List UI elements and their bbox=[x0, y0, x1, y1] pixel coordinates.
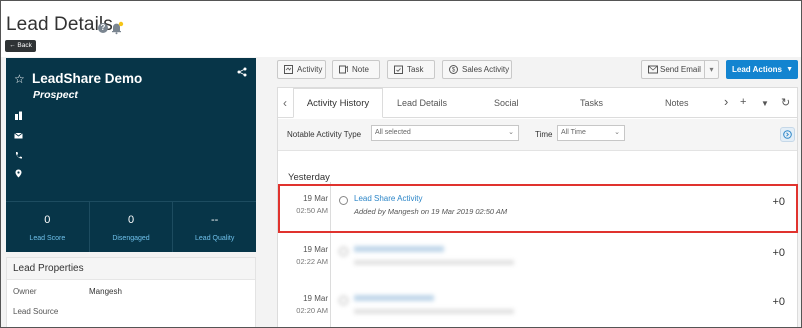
activity-score: +0 bbox=[772, 196, 785, 208]
lead-stage: Prospect bbox=[33, 89, 78, 101]
time-select[interactable]: All Time ⌄ bbox=[557, 125, 625, 141]
lead-actions-button[interactable]: Lead Actions ▼ bbox=[726, 60, 798, 79]
blurred-subtitle bbox=[354, 309, 514, 314]
property-label: Lead Source bbox=[13, 307, 59, 316]
lead-properties-panel: Lead Properties Owner Mangesh Lead Sourc… bbox=[6, 257, 256, 327]
share-activity-icon bbox=[339, 196, 348, 205]
app-window: Lead Details ? ← Back ☆ LeadShare Demo P… bbox=[0, 0, 802, 328]
notification-bell-icon[interactable] bbox=[110, 21, 124, 35]
tab-bar: ‹ Activity History Lead Details Social T… bbox=[278, 88, 797, 118]
activity-type-label: Notable Activity Type bbox=[287, 130, 362, 139]
apply-filter-button[interactable] bbox=[780, 127, 795, 142]
time-label: Time bbox=[535, 130, 553, 139]
phone-icon bbox=[15, 152, 22, 159]
blurred-title bbox=[354, 295, 434, 301]
email-icon bbox=[14, 132, 23, 139]
tab-notes[interactable]: Notes bbox=[665, 98, 689, 108]
refresh-icon[interactable]: ↻ bbox=[781, 96, 790, 109]
lead-name: LeadShare Demo bbox=[32, 71, 143, 86]
activity-date: 19 Mar bbox=[303, 194, 328, 203]
activity-item[interactable]: 19 Mar 02:22 AM +0 bbox=[278, 238, 797, 284]
blurred-subtitle bbox=[354, 260, 514, 265]
metric-lead-score: 0 Lead Score bbox=[6, 202, 90, 252]
star-icon[interactable]: ☆ bbox=[14, 72, 25, 86]
metric-disengaged: 0 Disengaged bbox=[90, 202, 174, 252]
note-icon bbox=[339, 65, 348, 74]
filter-bar: Notable Activity Type All selected ⌄ Time… bbox=[278, 119, 797, 151]
activity-type-select[interactable]: All selected ⌄ bbox=[371, 125, 519, 141]
activity-icon bbox=[284, 65, 293, 74]
property-row-lead-source: Lead Source bbox=[7, 300, 255, 320]
metric-value: 0 bbox=[44, 214, 51, 226]
activity-title-link[interactable]: Lead Share Activity bbox=[354, 194, 422, 203]
send-email-button[interactable]: Send Email ▾ bbox=[641, 60, 719, 79]
back-button[interactable]: ← Back bbox=[5, 40, 36, 52]
activity-subtitle: Added by Mangesh on 19 Mar 2019 02:50 AM bbox=[354, 207, 508, 216]
chevron-down-icon: ⌄ bbox=[508, 129, 514, 136]
activity-panel: ‹ Activity History Lead Details Social T… bbox=[277, 87, 798, 327]
metric-lead-quality: -- Lead Quality bbox=[173, 202, 256, 252]
metric-label[interactable]: Lead Quality bbox=[173, 235, 256, 242]
property-row-owner: Owner Mangesh bbox=[7, 280, 255, 300]
add-task-button[interactable]: Task bbox=[387, 60, 435, 79]
location-icon bbox=[15, 169, 22, 178]
lead-properties-title: Lead Properties bbox=[7, 258, 255, 280]
tab-tasks[interactable]: Tasks bbox=[580, 98, 603, 108]
lead-metrics: 0 Lead Score 0 Disengaged -- Lead Qualit… bbox=[6, 201, 256, 252]
tab-activity-history[interactable]: Activity History bbox=[293, 88, 383, 118]
activity-time: 02:22 AM bbox=[296, 257, 328, 266]
activity-score: +0 bbox=[772, 296, 785, 308]
activity-time: 02:20 AM bbox=[296, 306, 328, 315]
metric-value: -- bbox=[211, 214, 219, 226]
activity-icon bbox=[339, 296, 348, 305]
page-title: Lead Details bbox=[6, 14, 113, 35]
chevron-right-icon[interactable]: › bbox=[724, 94, 728, 109]
sales-icon: $ bbox=[449, 65, 458, 74]
activity-date: 19 Mar bbox=[303, 294, 328, 303]
send-email-dropdown[interactable]: ▾ bbox=[704, 61, 718, 78]
day-header: Yesterday bbox=[288, 172, 330, 183]
activity-icon bbox=[339, 247, 348, 256]
chevron-down-icon: ▼ bbox=[786, 66, 793, 73]
activity-score: +0 bbox=[772, 247, 785, 259]
share-icon[interactable] bbox=[237, 67, 247, 77]
content-area: ☆ LeadShare Demo Prospect 0 Lead Score 0… bbox=[1, 57, 801, 327]
property-value: Mangesh bbox=[89, 287, 122, 296]
page-header: Lead Details ? ← Back bbox=[1, 1, 801, 57]
metric-value: 0 bbox=[127, 214, 135, 226]
add-note-button[interactable]: Note bbox=[332, 60, 380, 79]
tab-social[interactable]: Social bbox=[494, 98, 519, 108]
metric-label[interactable]: Disengaged bbox=[90, 235, 173, 242]
envelope-icon bbox=[648, 65, 658, 74]
chevron-down-icon: ⌄ bbox=[614, 129, 620, 136]
chevron-left-icon[interactable]: ‹ bbox=[283, 96, 287, 110]
add-sales-activity-button[interactable]: $ Sales Activity bbox=[442, 60, 512, 79]
metric-label[interactable]: Lead Score bbox=[6, 235, 89, 242]
lead-summary-card: ☆ LeadShare Demo Prospect 0 Lead Score 0… bbox=[6, 58, 256, 252]
activity-item[interactable]: 19 Mar 02:50 AM Lead Share Activity Adde… bbox=[278, 187, 797, 233]
task-icon bbox=[394, 65, 403, 74]
activity-item[interactable]: 19 Mar 02:20 AM +0 bbox=[278, 287, 797, 327]
activity-date: 19 Mar bbox=[303, 245, 328, 254]
arrow-right-circle-icon bbox=[783, 130, 792, 139]
blurred-title bbox=[354, 246, 444, 252]
company-icon bbox=[15, 111, 22, 120]
add-tab-icon[interactable]: + bbox=[740, 96, 746, 108]
tab-lead-details[interactable]: Lead Details bbox=[397, 98, 447, 108]
property-label: Owner bbox=[13, 287, 37, 296]
help-icon[interactable]: ? bbox=[98, 23, 108, 33]
chevron-down-icon[interactable]: ▼ bbox=[761, 99, 769, 108]
activity-time: 02:50 AM bbox=[296, 206, 328, 215]
add-activity-button[interactable]: Activity bbox=[277, 60, 326, 79]
